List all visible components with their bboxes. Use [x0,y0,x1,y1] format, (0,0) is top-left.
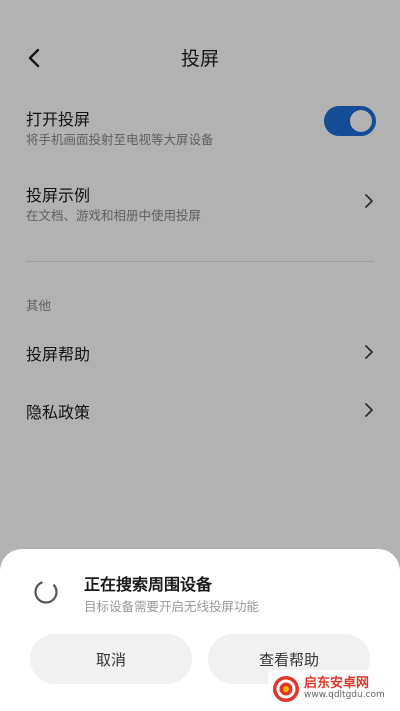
cancel-button[interactable]: 取消 [30,634,192,684]
watermark-logo-icon [273,676,299,702]
sheet-title: 正在搜索周围设备 [84,575,213,594]
sheet-subtitle: 目标设备需要开启无线投屏功能 [84,599,260,614]
loading-spinner-icon [34,580,58,604]
watermark-url: www.qdltgdu.com [304,690,385,701]
watermark-name: 启东安卓网 [304,675,370,691]
site-watermark: 启东安卓网 www.qdltgdu.com [268,670,398,708]
